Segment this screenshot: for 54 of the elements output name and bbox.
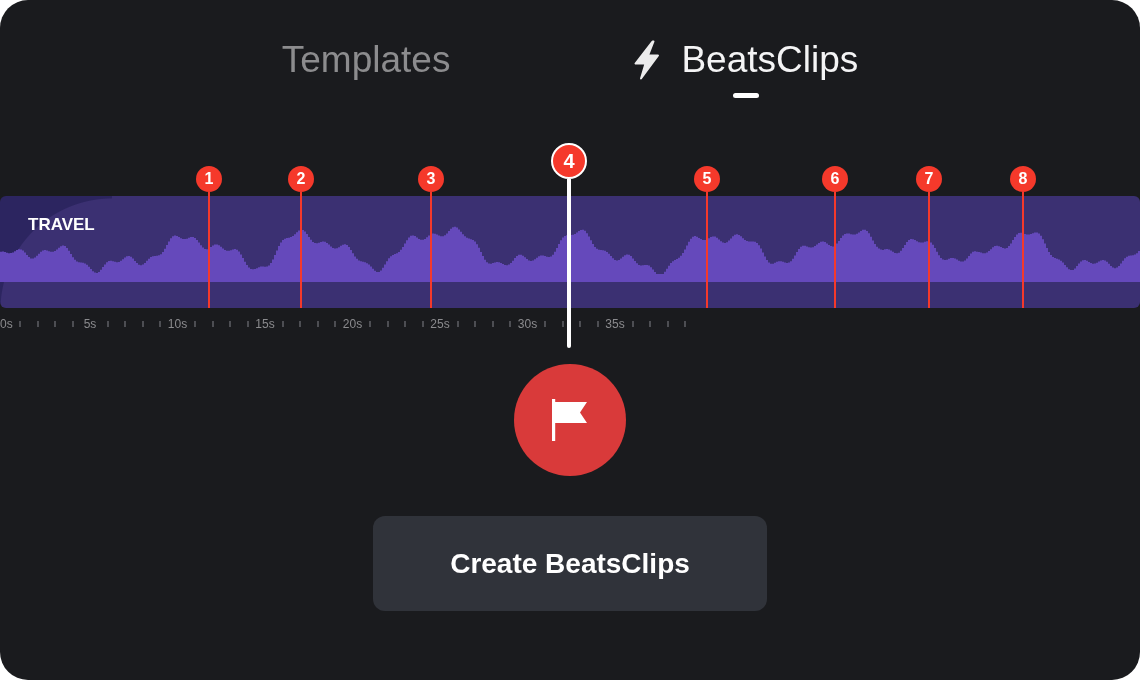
tick-mark — [544, 321, 546, 327]
time-label: 0s — [0, 316, 13, 332]
tick-mark — [194, 321, 196, 327]
tab[interactable]: Templates — [281, 38, 451, 82]
marker-badge[interactable]: 8 — [1010, 166, 1036, 192]
tick-mark — [509, 321, 511, 327]
tick-mark — [281, 321, 284, 327]
tick-mark — [19, 321, 21, 327]
tick-mark — [631, 321, 634, 327]
time-label: 15s — [255, 316, 275, 332]
tick-mark — [561, 321, 564, 327]
tick-mark — [666, 321, 669, 327]
tick-mark — [246, 321, 249, 327]
tick-mark — [491, 321, 494, 327]
tick-mark — [211, 321, 214, 327]
tick-mark — [404, 321, 406, 327]
tick-mark — [579, 321, 581, 327]
tick-mark — [369, 321, 371, 327]
time-label: 20s — [342, 316, 363, 332]
tick-mark — [141, 321, 144, 327]
marker-badge[interactable]: 7 — [916, 166, 942, 192]
tick-mark — [421, 321, 424, 327]
tick-mark — [106, 321, 109, 327]
tick-mark — [124, 321, 126, 327]
tick-mark — [474, 321, 476, 327]
tick-mark — [334, 321, 336, 327]
track-title: TRAVEL — [28, 215, 95, 235]
create-button[interactable]: Create BeatsClips — [373, 516, 767, 611]
time-label: 25s — [430, 316, 450, 332]
time-label: 35s — [605, 316, 625, 332]
tick-mark — [54, 321, 56, 327]
tick-mark — [596, 321, 599, 327]
time-label: 5s — [83, 316, 97, 332]
tick-mark — [299, 321, 301, 327]
tick-mark — [36, 321, 39, 327]
tick-mark — [649, 321, 651, 327]
tick-mark — [456, 321, 459, 327]
marker-badge[interactable]: 1 — [196, 166, 222, 192]
time-label: 30s — [517, 316, 538, 332]
tick-mark — [386, 321, 389, 327]
tab[interactable]: BeatsClips — [633, 38, 859, 98]
marker-badge[interactable]: 6 — [822, 166, 848, 192]
time-label: 10s — [167, 316, 188, 332]
marker-badge[interactable]: 2 — [288, 166, 314, 192]
marker-badge[interactable]: 5 — [694, 166, 720, 192]
active-tab-indicator — [732, 93, 759, 98]
tick-mark — [159, 321, 161, 327]
flag-icon — [552, 399, 588, 441]
tick-mark — [684, 321, 686, 327]
marker-badge[interactable]: 3 — [418, 166, 444, 192]
marker-badge[interactable]: 4 — [551, 143, 587, 179]
tick-mark — [71, 321, 74, 327]
tick-mark — [229, 321, 231, 327]
tick-mark — [316, 321, 319, 327]
